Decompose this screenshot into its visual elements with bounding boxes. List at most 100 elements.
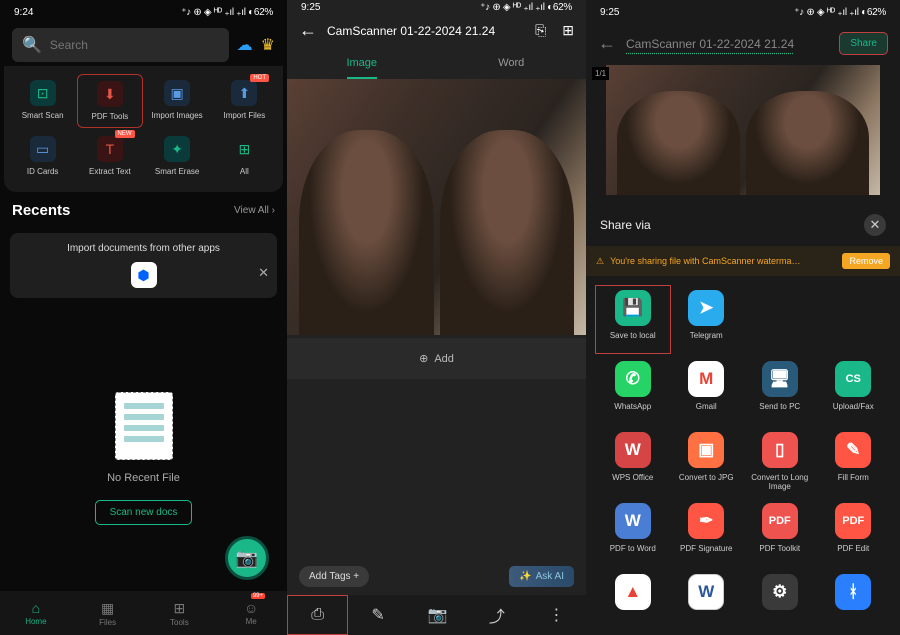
sheet-header: Share via ✕ [586, 204, 900, 246]
app-label: Upload/Fax [833, 402, 874, 420]
app-icon: ▯ [762, 432, 798, 468]
remove-watermark-button[interactable]: Remove [842, 253, 890, 269]
tool-icon: ▭ [30, 136, 56, 162]
share-button[interactable]: ⤴ [467, 595, 526, 635]
share-wps-office[interactable]: W WPS Office [598, 432, 668, 491]
search-icon: 🔍 [22, 35, 42, 55]
camera-button[interactable]: 📷 [408, 595, 467, 635]
clock: 9:25 [600, 7, 619, 18]
share-upload-fax[interactable]: CS Upload/Fax [819, 361, 889, 420]
share-send-to-pc[interactable]: 🖥 Send to PC [745, 361, 815, 420]
share-app[interactable]: ᚼ [819, 574, 889, 633]
share-button[interactable]: Share [839, 32, 888, 55]
nav-icon: ⊞ [174, 600, 186, 617]
tool-import-images[interactable]: ▣ Import Images [145, 74, 210, 128]
share-pdf-signature[interactable]: ✒ PDF Signature [672, 503, 742, 562]
doc-title[interactable]: CamScanner 01-22-2024 21.24 [327, 24, 525, 38]
nav-me[interactable]: ☺ Me 99+ [215, 591, 287, 635]
status-bar: 9:24 ⁺♪ ⊕ ◈ ᴴᴰ ₊ıl ₊ıl ◐62% [0, 0, 287, 24]
search-input[interactable] [50, 38, 219, 52]
tool-smart-scan[interactable]: ⊡ Smart Scan [10, 74, 75, 128]
share-pdf-toolkit[interactable]: PDF PDF Toolkit [745, 503, 815, 562]
app-icon: M [688, 361, 724, 397]
app-icon: ✎ [835, 432, 871, 468]
dropbox-icon[interactable]: ⬢ [131, 262, 157, 288]
tool-extract-text[interactable]: T Extract Text NEW [77, 130, 142, 182]
scan-new-docs-button[interactable]: Scan new docs [95, 500, 193, 525]
status-bar: 9:25 ⁺♪ ⊕ ◈ ᴴᴰ ₊ıl ₊ıl ◐62% [287, 0, 586, 14]
camera-fab[interactable]: 📷 [225, 536, 269, 580]
close-icon[interactable]: ✕ [864, 214, 886, 236]
share-save-to-local[interactable]: 💾 Save to local [596, 286, 670, 353]
home-screen: 9:24 ⁺♪ ⊕ ◈ ᴴᴰ ₊ıl ₊ıl ◐62% 🔍 ☁ ♛ ⊡ Smar… [0, 0, 287, 635]
grid-icon[interactable]: ⊞ [562, 22, 574, 39]
view-all-link[interactable]: View All › [234, 205, 275, 216]
sheet-title: Share via [600, 218, 651, 232]
pdf-export-button[interactable]: ⎙ [287, 595, 348, 635]
app-label: Gmail [696, 402, 717, 420]
tool-label: Smart Scan [22, 111, 64, 120]
app-label: Save to local [610, 331, 656, 349]
tab-image[interactable]: Image [287, 47, 437, 79]
doc-title[interactable]: CamScanner 01-22-2024 21.24 [626, 37, 829, 51]
header-actions: ⎘ ⊞ [535, 22, 574, 39]
bottom-nav: ⌂ Home ▦ Files ⊞ Tools ☺ Me 99+ [0, 591, 287, 635]
nav-label: Me [246, 617, 257, 626]
share-app[interactable]: ▲ [598, 574, 668, 633]
back-icon[interactable]: ← [598, 33, 616, 54]
crown-icon[interactable]: ♛ [261, 35, 275, 55]
close-icon[interactable]: ✕ [258, 265, 269, 281]
tool-import-files[interactable]: ⬆ Import Files HOT [212, 74, 277, 128]
more-button[interactable]: ⋮ [527, 595, 586, 635]
search-box[interactable]: 🔍 [12, 28, 229, 62]
cloud-icon[interactable]: ☁ [237, 35, 253, 55]
app-icon: ᚼ [835, 574, 871, 610]
scanned-photo[interactable] [287, 79, 586, 335]
nav-icon: ☺ [244, 600, 258, 616]
share-whatsapp[interactable]: ✆ WhatsApp [598, 361, 668, 420]
tool-label: All [240, 167, 249, 176]
ask-ai-button[interactable]: ✨ Ask AI [509, 566, 574, 587]
share-fill-form[interactable]: ✎ Fill Form [819, 432, 889, 491]
share-app[interactable]: ⚙ [745, 574, 815, 633]
tool-pdf-tools[interactable]: ⬇ PDF Tools [77, 74, 142, 128]
share-sheet: Share via ✕ ⚠ You're sharing file with C… [586, 204, 900, 635]
tab-word[interactable]: Word [437, 47, 587, 79]
bottom-toolbar: ⎙ ✎ 📷 ⤴ ⋮ [287, 595, 586, 635]
app-icon: CS [835, 361, 871, 397]
share-convert-to-jpg[interactable]: ▣ Convert to JPG [672, 432, 742, 491]
nav-files[interactable]: ▦ Files [72, 591, 144, 635]
edit-button[interactable]: ✎ [348, 595, 407, 635]
app-label: Fill Form [838, 473, 869, 491]
rename-icon[interactable]: ⎘ [535, 22, 546, 39]
status-bar: 9:25 ⁺♪ ⊕ ◈ ᴴᴰ ₊ıl ₊ıl ◐62% [586, 0, 900, 24]
import-banner-text: Import documents from other apps [22, 243, 265, 254]
share-screen: 9:25 ⁺♪ ⊕ ◈ ᴴᴰ ₊ıl ₊ıl ◐62% ← CamScanner… [586, 0, 900, 635]
nav-tools[interactable]: ⊞ Tools [144, 591, 216, 635]
warning-icon: ⚠ [596, 256, 604, 267]
share-pdf-to-word[interactable]: W PDF to Word [598, 503, 668, 562]
app-label: Convert to JPG [679, 473, 734, 491]
import-banner[interactable]: Import documents from other apps ⬢ ✕ [10, 233, 277, 298]
back-icon[interactable]: ← [299, 20, 317, 41]
app-icon: ✒ [688, 503, 724, 539]
tool-all[interactable]: ⊞ All [212, 130, 277, 182]
share-convert-to-long-image[interactable]: ▯ Convert to Long Image [745, 432, 815, 491]
share-gmail[interactable]: M Gmail [672, 361, 742, 420]
tool-smart-erase[interactable]: ✦ Smart Erase [145, 130, 210, 182]
share-telegram[interactable]: ➤ Telegram [672, 290, 742, 349]
nav-home[interactable]: ⌂ Home [0, 591, 72, 635]
photo-preview[interactable]: 1/1 [606, 65, 880, 195]
add-tags-button[interactable]: Add Tags + [299, 566, 369, 587]
tags-row: Add Tags + ✨ Ask AI [299, 566, 574, 587]
nav-label: Home [25, 617, 46, 626]
tool-icon: T [97, 136, 123, 162]
app-label: PDF Edit [837, 544, 869, 562]
app-label: WPS Office [612, 473, 653, 491]
tool-id-cards[interactable]: ▭ ID Cards [10, 130, 75, 182]
share-pdf-edit[interactable]: PDF PDF Edit [819, 503, 889, 562]
app-icon: W [615, 503, 651, 539]
add-page-button[interactable]: ⊕ Add [287, 338, 586, 379]
share-app[interactable]: W [672, 574, 742, 633]
empty-state: No Recent File Scan new docs [0, 302, 287, 545]
